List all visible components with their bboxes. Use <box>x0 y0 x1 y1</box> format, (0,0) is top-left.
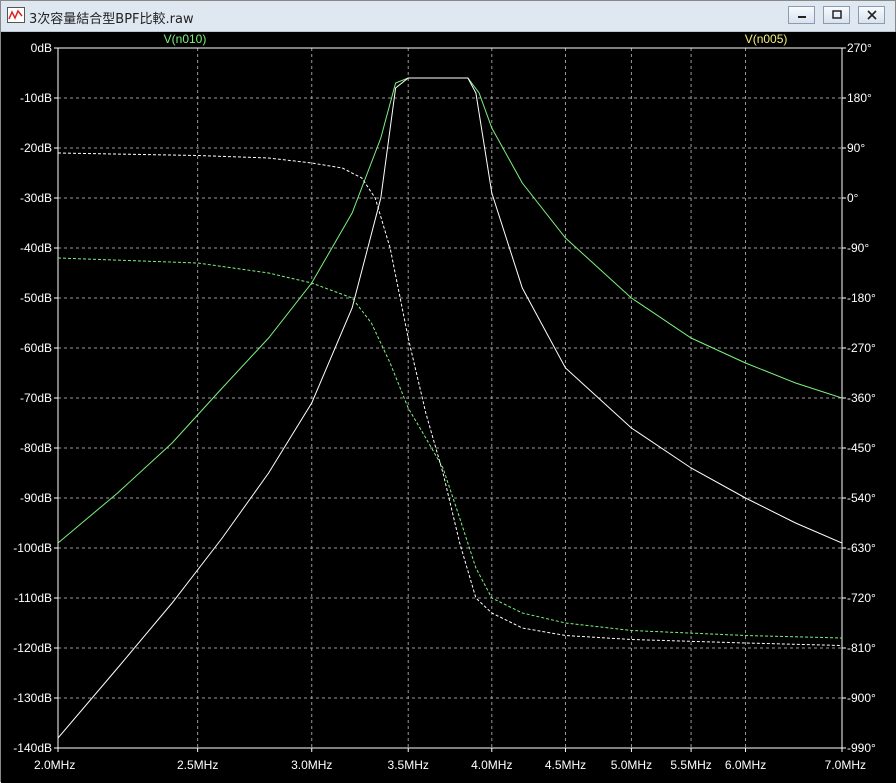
title-bar[interactable]: 3次容量結合型BPF比較.raw <box>1 1 895 32</box>
restore-icon <box>832 10 842 19</box>
traces <box>58 77 842 739</box>
axis-labels: 0dB 270° -10dB 180° -20dB 90° -30dB 0° -40dB -90°… <box>13 32 876 772</box>
trace-1 <box>58 77 842 739</box>
plot-window: 3次容量結合型BPF比較.raw 0dB 270° -10dB 180° -20dB 90… <box>0 0 896 783</box>
y-tick-label-left: -130dB <box>13 691 52 705</box>
y-tick-label-left: -110dB <box>14 591 52 605</box>
x-tick-label: 5.0MHz <box>611 758 652 772</box>
trace-3 <box>58 152 842 646</box>
y-tick-label-left: -120dB <box>13 641 52 655</box>
x-tick-label: 5.5MHz <box>670 758 711 772</box>
grid <box>58 48 842 748</box>
y-tick-label-right: -90° <box>847 241 869 255</box>
y-tick-label-right: -360° <box>847 391 876 405</box>
bode-chart[interactable]: 0dB 270° -10dB 180° -20dB 90° -30dB 0° -40dB -90°… <box>1 32 896 783</box>
y-tick-label-left: -20dB <box>20 141 52 155</box>
y-tick-label-right: -630° <box>847 541 876 555</box>
y-tick-label-left: -30dB <box>20 191 52 205</box>
close-icon <box>867 10 877 20</box>
waveform-icon <box>7 7 25 23</box>
trace-title-1: V(n005) <box>745 32 788 46</box>
y-tick-label-left: -80dB <box>20 441 52 455</box>
y-tick-label-left: -140dB <box>13 741 52 755</box>
y-tick-label-right: -270° <box>847 341 876 355</box>
y-tick-label-left: 0dB <box>31 41 52 55</box>
plot-area[interactable]: 0dB 270° -10dB 180° -20dB 90° -30dB 0° -40dB -90°… <box>1 32 896 783</box>
x-tick-label: 3.5MHz <box>388 758 429 772</box>
x-tick-label: 4.0MHz <box>471 758 512 772</box>
trace-title-0: V(n010) <box>164 32 207 46</box>
y-tick-label-right: 0° <box>847 191 859 205</box>
x-tick-label: 3.0MHz <box>291 758 332 772</box>
y-tick-label-left: -60dB <box>20 341 52 355</box>
y-tick-label-right: -720° <box>847 591 876 605</box>
x-tick-label: 4.5MHz <box>545 758 586 772</box>
x-tick-label: 2.5MHz <box>177 758 218 772</box>
y-tick-label-right: -900° <box>847 691 876 705</box>
plot-frame <box>54 47 846 752</box>
y-tick-label-right: 270° <box>847 41 872 55</box>
y-tick-label-right: -990° <box>847 741 876 755</box>
y-tick-label-left: -10dB <box>20 91 52 105</box>
y-tick-label-right: -450° <box>847 441 876 455</box>
restore-button[interactable] <box>823 6 850 24</box>
y-tick-label-left: -100dB <box>13 541 52 555</box>
window-title: 3次容量結合型BPF比較.raw <box>29 12 194 27</box>
y-tick-label-right: -180° <box>847 291 876 305</box>
x-tick-label: 2.0MHz <box>34 758 75 772</box>
minimize-icon <box>798 16 806 18</box>
y-tick-label-left: -90dB <box>20 491 52 505</box>
y-tick-label-right: -540° <box>847 491 876 505</box>
x-tick-label: 6.0MHz <box>725 758 766 772</box>
y-tick-label-left: -70dB <box>20 391 52 405</box>
y-tick-label-right: -810° <box>847 641 876 655</box>
x-tick-label: 7.0MHz <box>825 758 866 772</box>
y-tick-label-left: -50dB <box>20 291 52 305</box>
close-button[interactable] <box>858 6 885 24</box>
y-tick-label-right: 180° <box>847 91 872 105</box>
y-tick-label-left: -40dB <box>20 241 52 255</box>
minimize-button[interactable] <box>788 6 815 24</box>
y-tick-label-right: 90° <box>847 141 865 155</box>
